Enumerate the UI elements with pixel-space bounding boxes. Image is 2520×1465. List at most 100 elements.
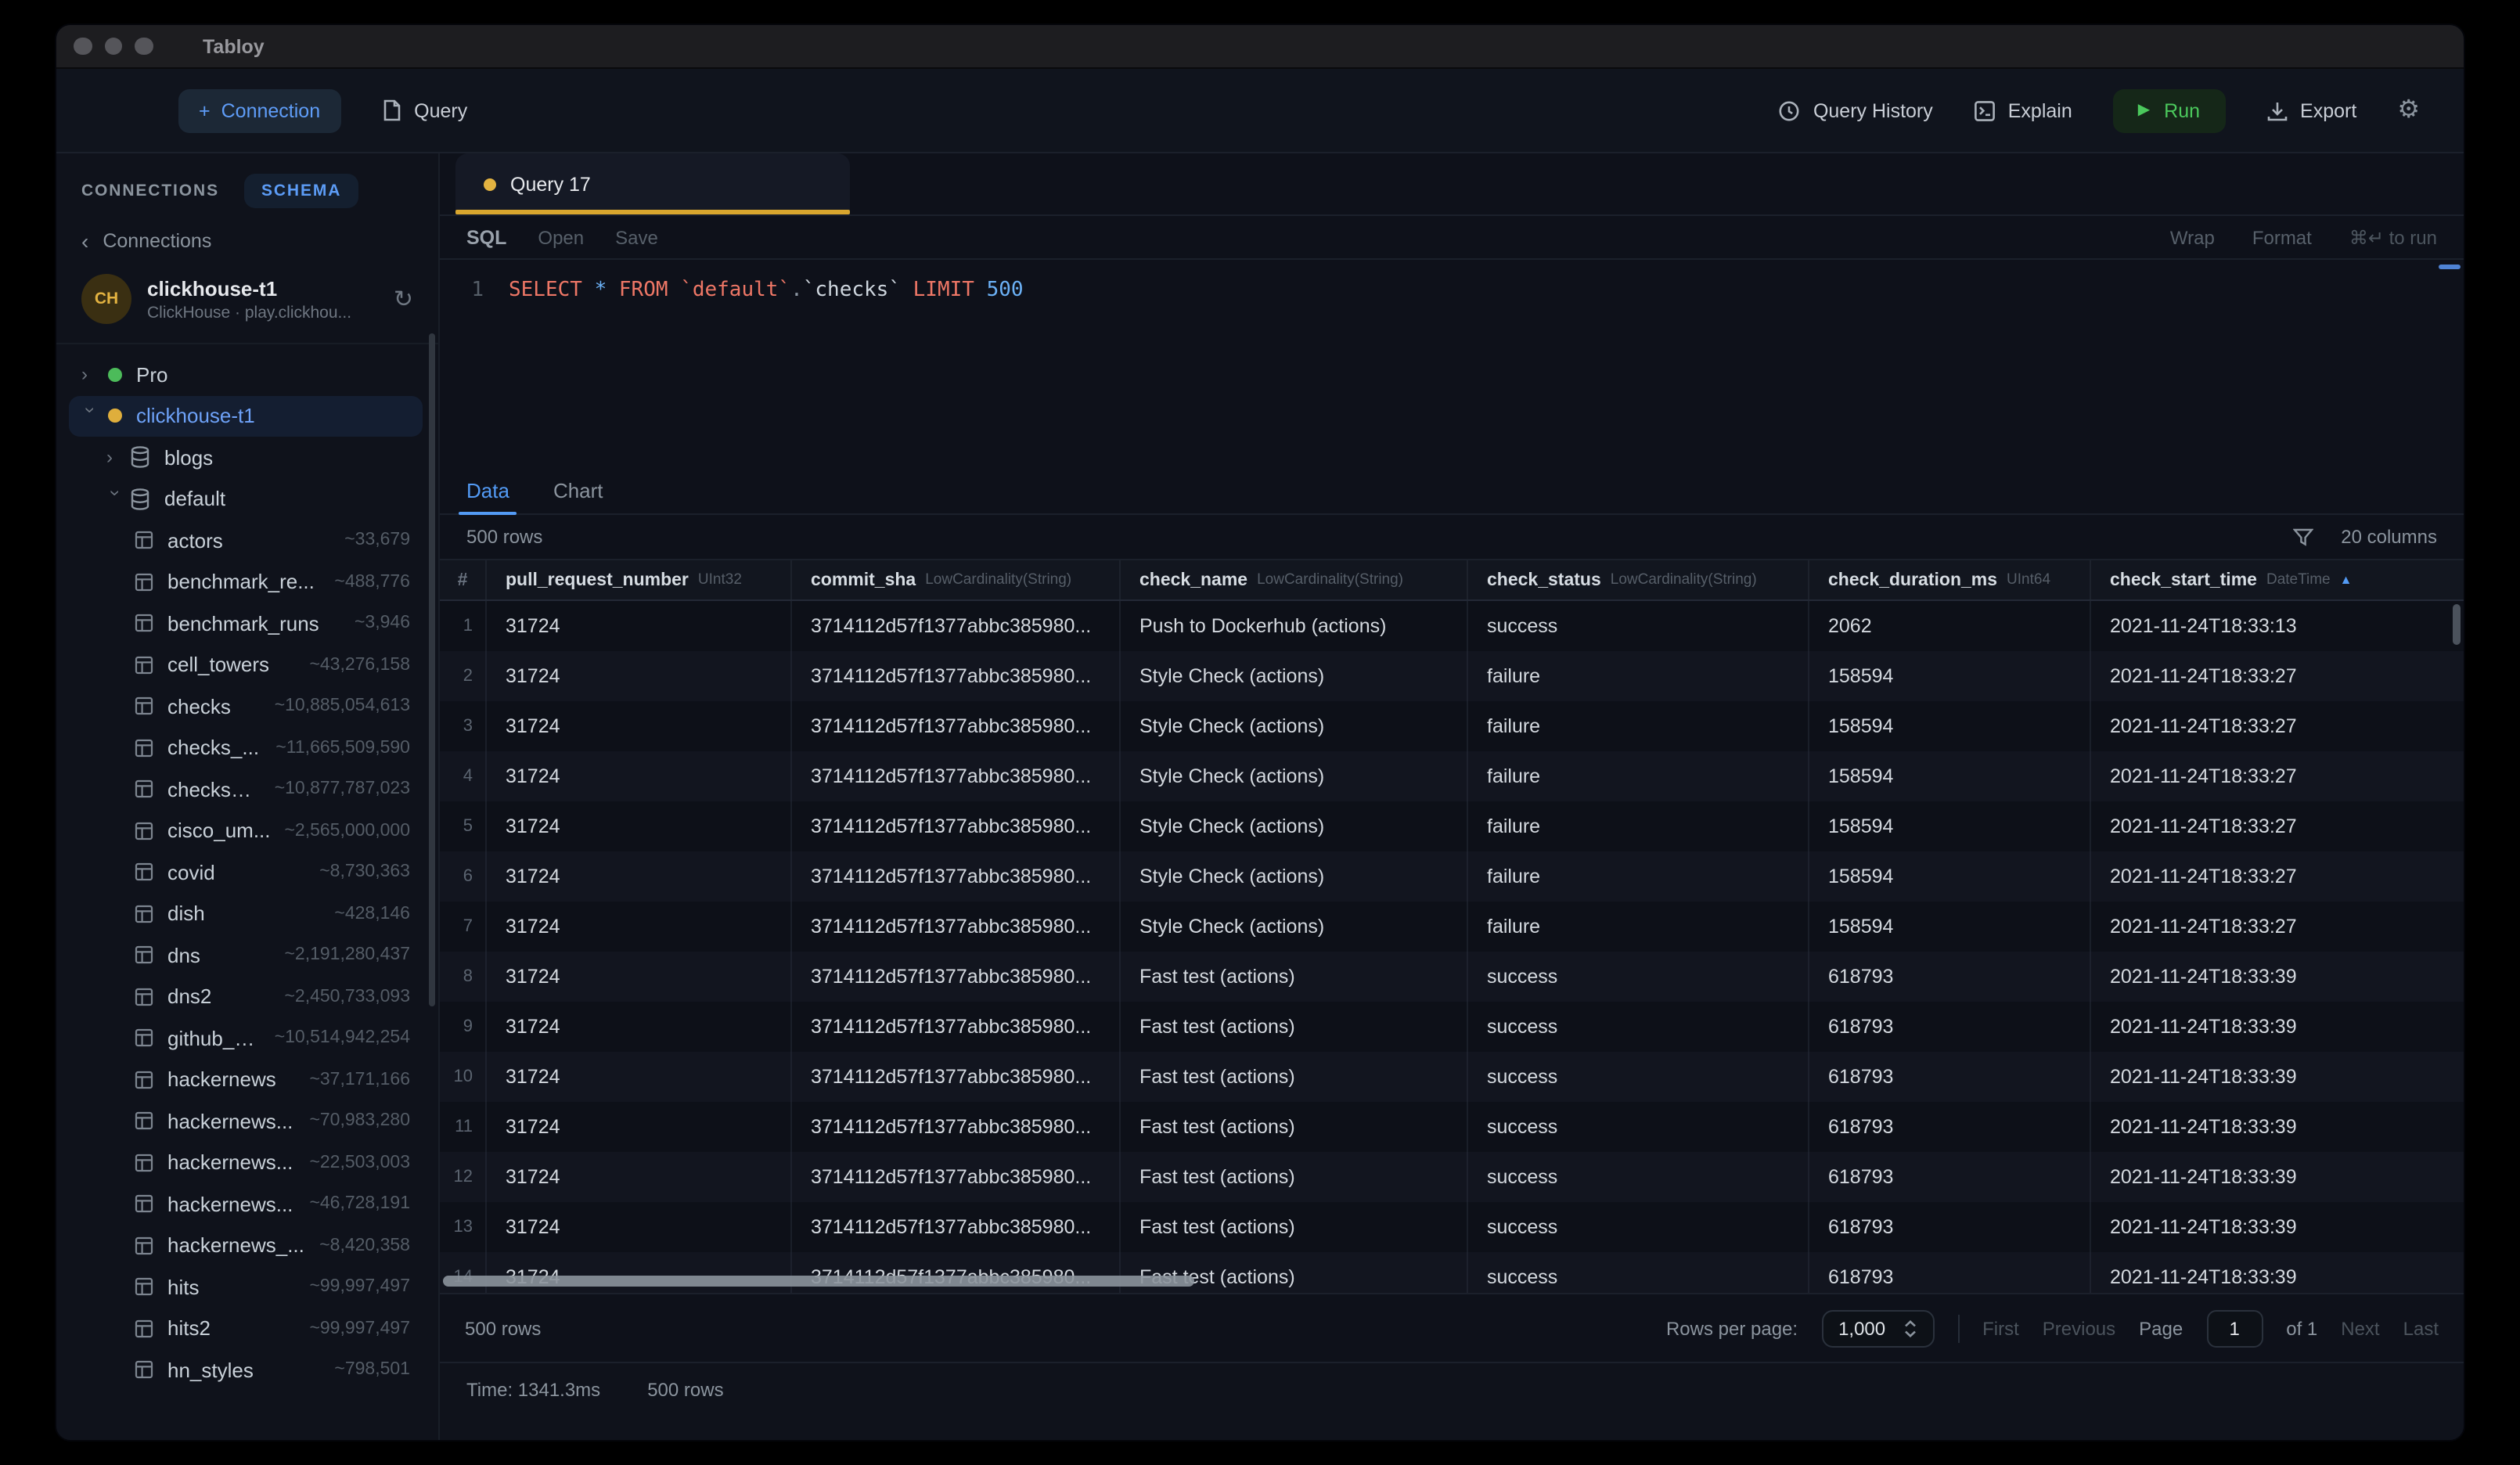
tree-table-item[interactable]: dns2~2,450,733,093	[69, 976, 423, 1017]
tree-table-item[interactable]: github_e...~10,514,942,254	[69, 1017, 423, 1059]
filter-funnel-icon[interactable]	[2292, 527, 2313, 547]
column-header-pull_request_number[interactable]: pull_request_numberUInt32	[487, 560, 792, 599]
tab-schema[interactable]: SCHEMA	[244, 174, 358, 208]
last-page-button[interactable]: Last	[2403, 1317, 2439, 1339]
tree-table-item[interactable]: benchmark_runs~3,946	[69, 603, 423, 644]
add-connection-button[interactable]: + Connection	[178, 88, 340, 132]
column-name: commit_sha	[811, 571, 916, 589]
table-row-count: ~99,997,497	[309, 1319, 410, 1338]
tab-query-17[interactable]: Query 17	[455, 153, 850, 214]
chevron-right-icon[interactable]: ›	[81, 365, 105, 384]
chevron-down-icon[interactable]: ›	[106, 490, 125, 513]
tree-table-item[interactable]: checks_v2~10,877,787,023	[69, 768, 423, 810]
table-row[interactable]: 7317243714112d57f1377abbc385980...Style …	[440, 902, 2464, 952]
table-row[interactable]: 14317243714112d57f1377abbc385980...Fast …	[440, 1252, 2464, 1293]
settings-gear-icon[interactable]: ⚙	[2397, 98, 2420, 123]
next-page-button[interactable]: Next	[2341, 1317, 2379, 1339]
tree-table-item[interactable]: checks~10,885,054,613	[69, 686, 423, 727]
chevron-down-icon[interactable]: ›	[81, 407, 100, 430]
code-line: 1 SELECT * FROM `default`.`checks` LIMIT…	[440, 274, 2464, 307]
table-row[interactable]: 10317243714112d57f1377abbc385980...Fast …	[440, 1052, 2464, 1102]
table-row[interactable]: 1317243714112d57f1377abbc385980...Push t…	[440, 601, 2464, 651]
chevron-right-icon[interactable]: ›	[106, 448, 130, 467]
rows-per-page-select[interactable]: 1,000	[1821, 1309, 1934, 1347]
table-icon	[135, 656, 153, 675]
cell: 2021-11-24T18:33:39	[2091, 1102, 2464, 1152]
tree-table-item[interactable]: hackernews...~22,503,003	[69, 1142, 423, 1183]
table-row[interactable]: 12317243714112d57f1377abbc385980...Fast …	[440, 1152, 2464, 1202]
zoom-window-button[interactable]	[135, 38, 153, 56]
connection-card[interactable]: CH clickhouse-t1 ClickHouse · play.click…	[56, 263, 438, 344]
vertical-scrollbar[interactable]	[2453, 604, 2461, 645]
editor-scrollbar[interactable]	[2439, 265, 2461, 269]
tree-table-item[interactable]: hits2~99,997,497	[69, 1308, 423, 1349]
tree-table-item[interactable]: hackernews...~46,728,191	[69, 1183, 423, 1225]
table-row[interactable]: 6317243714112d57f1377abbc385980...Style …	[440, 851, 2464, 902]
column-header-check_status[interactable]: check_statusLowCardinality(String)	[1468, 560, 1809, 599]
save-button[interactable]: Save	[615, 226, 658, 248]
column-header-check_duration_ms[interactable]: check_duration_msUInt64	[1809, 560, 2091, 599]
tree-item-pro[interactable]: › Pro	[69, 354, 423, 395]
table-row[interactable]: 4317243714112d57f1377abbc385980...Style …	[440, 751, 2464, 801]
connection-subtitle: ClickHouse · play.clickhou...	[147, 303, 351, 322]
page-label: Page	[2139, 1317, 2183, 1339]
table-row[interactable]: 11317243714112d57f1377abbc385980...Fast …	[440, 1102, 2464, 1152]
first-page-button[interactable]: First	[1982, 1317, 2019, 1339]
column-header-commit_sha[interactable]: commit_shaLowCardinality(String)	[792, 560, 1121, 599]
tree-table-item[interactable]: dish~428,146	[69, 893, 423, 934]
export-button[interactable]: Export	[2266, 99, 2356, 121]
app-window: Tabloy + Connection Query Query History	[55, 23, 2465, 1442]
tree-table-item[interactable]: cisco_um...~2,565,000,000	[69, 810, 423, 851]
table-row[interactable]: 13317243714112d57f1377abbc385980...Fast …	[440, 1202, 2464, 1252]
minimize-window-button[interactable]	[104, 38, 122, 56]
page-number-input[interactable]	[2206, 1309, 2263, 1347]
cell: 3714112d57f1377abbc385980...	[792, 701, 1121, 751]
tree-item-clickhouse-t1[interactable]: › clickhouse-t1	[69, 395, 423, 437]
table-row[interactable]: 2317243714112d57f1377abbc385980...Style …	[440, 651, 2464, 701]
back-to-connections[interactable]: ‹ Connections	[56, 222, 438, 263]
tab-connections[interactable]: CONNECTIONS	[81, 182, 219, 200]
new-query-button[interactable]: Query	[381, 99, 467, 122]
cell: Style Check (actions)	[1121, 851, 1468, 902]
titlebar: Tabloy	[56, 25, 2464, 69]
explain-button[interactable]: Explain	[1974, 99, 2072, 121]
query-history-button[interactable]: Query History	[1779, 99, 1933, 121]
table-row[interactable]: 9317243714112d57f1377abbc385980...Fast t…	[440, 1002, 2464, 1052]
wrap-button[interactable]: Wrap	[2170, 226, 2215, 248]
columns-count-button[interactable]: 20 columns	[2341, 526, 2437, 548]
table-icon	[135, 988, 153, 1006]
tree-table-item[interactable]: hackernews...~70,983,280	[69, 1100, 423, 1142]
column-header-check_name[interactable]: check_nameLowCardinality(String)	[1121, 560, 1468, 599]
tree-table-item[interactable]: dns~2,191,280,437	[69, 934, 423, 976]
tree-table-item[interactable]: hackernews_...~8,420,358	[69, 1225, 423, 1266]
tree-table-item[interactable]: checks_...~11,665,509,590	[69, 727, 423, 768]
refresh-icon[interactable]: ↻	[394, 287, 413, 311]
tree-table-item[interactable]: covid~8,730,363	[69, 851, 423, 893]
horizontal-scrollbar[interactable]	[443, 1276, 1194, 1287]
tree-table-item[interactable]: benchmark_re...~488,776	[69, 561, 423, 603]
column-header-index[interactable]: #	[440, 560, 487, 599]
tree-table-item[interactable]: actors~33,679	[69, 520, 423, 561]
format-button[interactable]: Format	[2252, 226, 2312, 248]
table-row[interactable]: 8317243714112d57f1377abbc385980...Fast t…	[440, 952, 2464, 1002]
sql-editor[interactable]: 1 SELECT * FROM `default`.`checks` LIMIT…	[440, 260, 2464, 471]
previous-page-button[interactable]: Previous	[2043, 1317, 2115, 1339]
tab-chart[interactable]: Chart	[553, 479, 603, 513]
column-header-check_start_time[interactable]: check_start_timeDateTime▲	[2091, 560, 2464, 599]
table-row[interactable]: 3317243714112d57f1377abbc385980...Style …	[440, 701, 2464, 751]
column-type: LowCardinality(String)	[1611, 571, 1757, 589]
tree-table-item[interactable]: hackernews~37,171,166	[69, 1059, 423, 1100]
table-row[interactable]: 5317243714112d57f1377abbc385980...Style …	[440, 801, 2464, 851]
close-window-button[interactable]	[74, 38, 92, 56]
status-dot-green	[108, 368, 122, 382]
tree-table-item[interactable]: hn_styles~798,501	[69, 1349, 423, 1391]
sidebar-scrollbar[interactable]	[429, 333, 435, 1006]
tab-data[interactable]: Data	[466, 479, 509, 513]
tree-table-item[interactable]: cell_towers~43,276,158	[69, 644, 423, 686]
tree-db-default[interactable]: › default	[69, 478, 423, 520]
open-button[interactable]: Open	[538, 226, 584, 248]
run-query-button[interactable]: ▶ Run	[2113, 88, 2225, 132]
app-toolbar: + Connection Query Query History	[56, 69, 2464, 153]
tree-table-item[interactable]: hits~99,997,497	[69, 1266, 423, 1308]
tree-db-blogs[interactable]: › blogs	[69, 437, 423, 478]
